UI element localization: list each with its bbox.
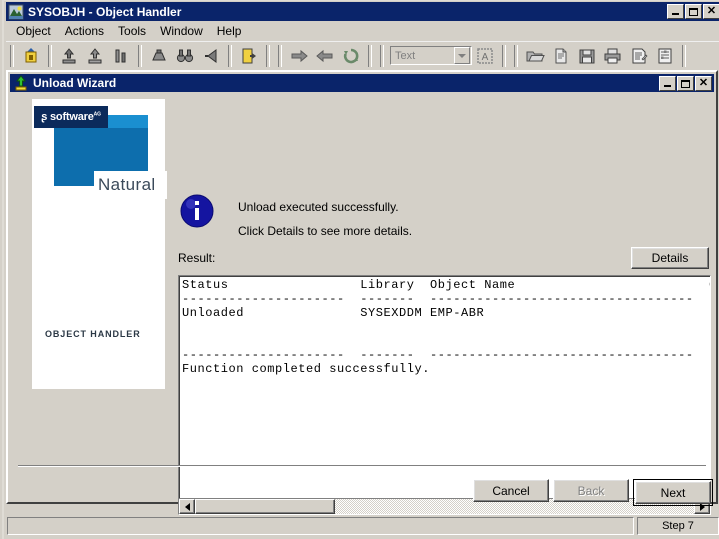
minimize-icon xyxy=(664,85,671,87)
close-icon: ✕ xyxy=(698,77,709,89)
unload-wizard-icon xyxy=(13,75,29,91)
unload-icon[interactable] xyxy=(83,44,107,67)
wizard-maximize-button[interactable] xyxy=(677,76,694,91)
refresh-icon[interactable] xyxy=(339,44,363,67)
close-button[interactable]: ✕ xyxy=(703,4,719,19)
software-ag-logo: ʂ softwareAG xyxy=(34,106,108,128)
maximize-icon xyxy=(681,79,690,88)
toolbar-divider xyxy=(10,44,14,67)
menu-item-window[interactable]: Window xyxy=(153,22,210,41)
result-horizontal-scrollbar[interactable] xyxy=(179,498,710,514)
new-document-icon[interactable] xyxy=(549,44,573,67)
toolbar-divider xyxy=(278,44,282,67)
toolbar-divider xyxy=(368,44,372,67)
wizard-separator xyxy=(18,465,706,467)
toolbar-divider xyxy=(228,44,232,67)
open-folder-icon[interactable] xyxy=(523,44,547,67)
wizard-title-text: Unload Wizard xyxy=(33,76,117,90)
details-hint-message: Click Details to see more details. xyxy=(238,224,413,238)
wizard-window-controls: ✕ xyxy=(659,76,712,91)
next-button[interactable]: Next xyxy=(633,479,713,506)
menu-item-actions[interactable]: Actions xyxy=(58,22,111,41)
binoculars-icon[interactable] xyxy=(173,44,197,67)
toolbar-divider xyxy=(502,44,506,67)
select-icon[interactable] xyxy=(199,44,223,67)
edit-list-icon[interactable] xyxy=(627,44,651,67)
status-step: Step 7 xyxy=(637,517,719,535)
menu-item-object[interactable]: Object xyxy=(9,22,58,41)
load-icon[interactable] xyxy=(57,44,81,67)
toolbar-divider xyxy=(514,44,518,67)
view-type-combo[interactable]: Text xyxy=(390,46,472,65)
arrow-left-icon xyxy=(184,502,190,511)
main-title-text: SYSOBJH - Object Handler xyxy=(28,4,182,19)
wizard-titlebar[interactable]: Unload Wizard ✕ xyxy=(10,74,714,92)
application-window: SYSOBJH - Object Handler ✕ Object Action… xyxy=(0,0,719,539)
close-icon: ✕ xyxy=(706,5,717,17)
result-output-box[interactable]: Status Library Object Name Object Type S… xyxy=(178,275,711,515)
find-icon[interactable] xyxy=(147,44,171,67)
menu-item-help[interactable]: Help xyxy=(210,22,249,41)
main-window: SYSOBJH - Object Handler ✕ Object Action… xyxy=(2,0,719,539)
chevron-down-icon[interactable] xyxy=(454,47,470,64)
wizard-close-button[interactable]: ✕ xyxy=(695,76,712,91)
main-titlebar[interactable]: SYSOBJH - Object Handler ✕ xyxy=(6,2,719,21)
toolbar: Text A xyxy=(6,41,719,69)
statusbar: Step 7 xyxy=(6,515,719,537)
back-arrow-icon[interactable] xyxy=(313,44,337,67)
minimize-button[interactable] xyxy=(667,4,684,19)
status-message xyxy=(7,517,634,535)
view-text-icon[interactable]: A xyxy=(473,44,497,67)
menubar: Object Actions Tools Window Help xyxy=(6,22,719,41)
exit-icon[interactable] xyxy=(237,44,261,67)
unload-wizard-dialog: Unload Wizard ✕ ʂ softwareAG Natural OBJ… xyxy=(6,70,718,515)
branding-module-name: OBJECT HANDLER xyxy=(45,329,141,339)
wizard-minimize-button[interactable] xyxy=(659,76,676,91)
app-icon xyxy=(8,4,24,20)
object-handler-icon[interactable] xyxy=(19,44,43,67)
wizard-body: ʂ softwareAG Natural OBJECT HANDLER Unlo… xyxy=(10,94,714,515)
back-button[interactable]: Back xyxy=(553,479,629,502)
result-label: Result: xyxy=(178,251,216,265)
view-type-value: Text xyxy=(395,49,416,62)
toolbar-divider xyxy=(682,44,686,67)
menu-item-tools[interactable]: Tools xyxy=(111,22,153,41)
details-button[interactable]: Details xyxy=(631,247,709,269)
scroll-left-button[interactable] xyxy=(179,499,195,514)
maximize-icon xyxy=(689,7,698,16)
result-output-text: Status Library Object Name Object Type S… xyxy=(182,278,710,376)
toolbar-divider xyxy=(48,44,52,67)
forward-arrow-icon[interactable] xyxy=(287,44,311,67)
toolbar-divider xyxy=(380,44,384,67)
properties-icon[interactable] xyxy=(653,44,677,67)
save-icon[interactable] xyxy=(575,44,599,67)
software-ag-logo-text: ʂ softwareAG xyxy=(41,111,101,123)
print-icon[interactable] xyxy=(601,44,625,67)
cancel-button[interactable]: Cancel xyxy=(473,479,549,502)
branding-accent-light xyxy=(108,115,148,129)
wizard-branding-panel: ʂ softwareAG Natural OBJECT HANDLER xyxy=(22,99,167,411)
information-icon xyxy=(180,194,214,228)
maximize-button[interactable] xyxy=(685,4,702,19)
scroll-thumb[interactable] xyxy=(195,499,335,514)
branding-product-name: Natural xyxy=(98,175,156,194)
toolbar-divider xyxy=(138,44,142,67)
next-button-label: Next xyxy=(635,481,711,504)
main-window-controls: ✕ xyxy=(667,4,719,19)
svg-text:A: A xyxy=(482,52,489,63)
success-message: Unload executed successfully. xyxy=(238,200,399,214)
minimize-icon xyxy=(672,13,679,15)
compare-icon[interactable] xyxy=(109,44,133,67)
toolbar-divider xyxy=(266,44,270,67)
